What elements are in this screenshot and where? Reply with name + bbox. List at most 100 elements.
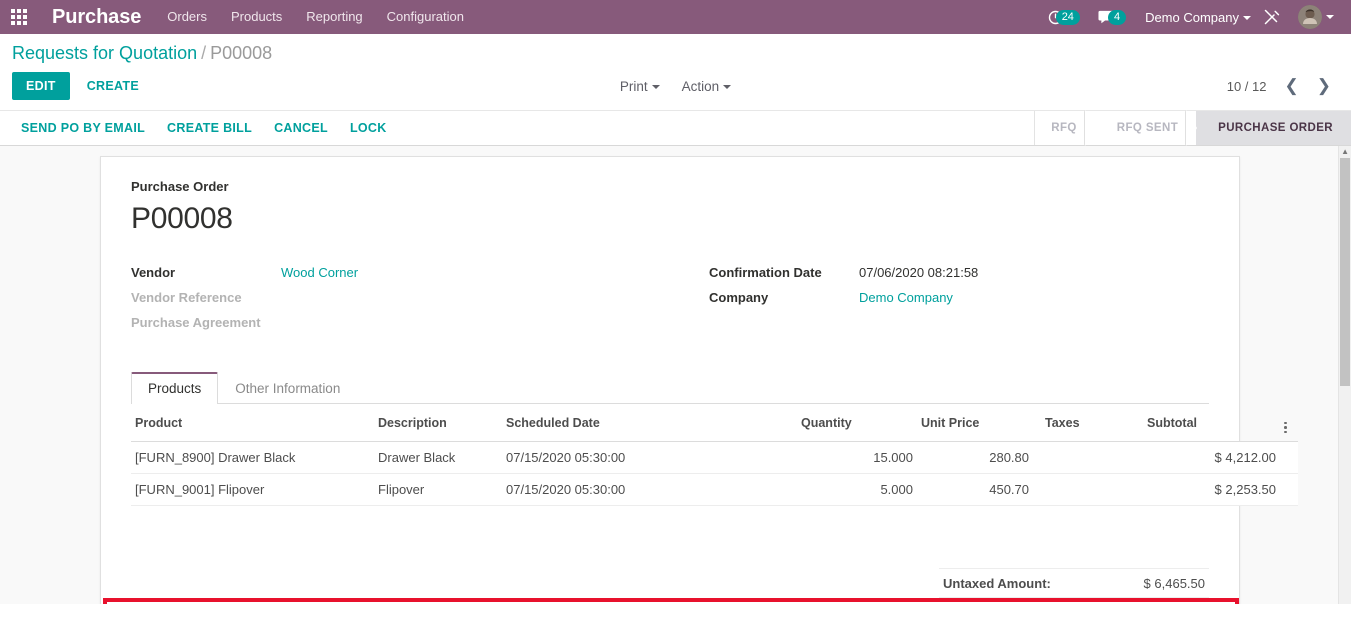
breadcrumb-current: P00008 [210, 43, 273, 63]
cell-product: [FURN_8900] Drawer Black [131, 441, 374, 474]
table-row[interactable]: [FURN_9001] Flipover Flipover 07/15/2020… [131, 473, 1298, 506]
activity-menu[interactable]: 24 [1039, 0, 1089, 34]
pager-next-button[interactable]: ❯ [1309, 77, 1339, 94]
create-button[interactable]: CREATE [74, 72, 152, 100]
form-title-label: Purchase Order [131, 179, 229, 194]
app-brand-title[interactable]: Purchase [38, 0, 155, 34]
print-label: Print [619, 78, 648, 94]
cancel-button[interactable]: CANCEL [263, 114, 339, 142]
field-vendor-label: Vendor [131, 265, 176, 280]
form-fields-left: Vendor Wood Corner Vendor Reference Purc… [131, 265, 670, 340]
cell-taxes [1033, 473, 1143, 506]
vertical-dots-icon [1284, 421, 1287, 433]
order-lines-head: Product Description Scheduled Date Quant… [131, 404, 1298, 442]
table-row[interactable]: [FURN_8900] Drawer Black Drawer Black 07… [131, 441, 1298, 474]
cell-description: Drawer Black [374, 441, 502, 474]
tab-other-information[interactable]: Other Information [218, 372, 357, 404]
lock-button[interactable]: LOCK [339, 114, 398, 142]
avatar [1298, 5, 1322, 29]
user-menu-chevron-icon [1326, 15, 1334, 19]
menu-item-reporting[interactable]: Reporting [294, 0, 374, 34]
control-panel-center-menus: Print Action [0, 75, 1351, 98]
form-sheet: Purchase Order P00008 Vendor Wood Corner… [100, 156, 1298, 604]
avatar-image [1298, 5, 1322, 29]
activity-count-badge: 24 [1055, 9, 1080, 25]
total-untaxed-amount-label: Untaxed Amount: [943, 576, 1051, 591]
stage-rfq-sent-label: RFQ SENT [1116, 122, 1179, 134]
tools-icon [1264, 9, 1280, 25]
header-subtotal: Subtotal [1143, 404, 1280, 442]
pager-previous-button[interactable]: ❮ [1277, 77, 1307, 94]
total-untaxed-amount-value: $ 6,465.50 [1143, 576, 1205, 591]
header-description: Description [374, 404, 502, 442]
cell-options [1280, 473, 1298, 506]
menu-item-orders[interactable]: Orders [155, 0, 219, 34]
cell-description: Flipover [374, 473, 502, 506]
order-totals: Untaxed Amount: $ 6,465.50 Taxes: $ 0.00 [939, 568, 1209, 604]
cell-subtotal: $ 2,253.50 [1143, 473, 1280, 506]
breadcrumb-root-link[interactable]: Requests for Quotation [12, 43, 197, 63]
cell-scheduled-date: 07/15/2020 05:30:00 [502, 473, 797, 506]
cell-options [1280, 441, 1298, 474]
send-po-by-email-button[interactable]: SEND PO BY EMAIL [10, 114, 156, 142]
cell-subtotal: $ 4,212.00 [1143, 441, 1280, 474]
cell-taxes [1033, 441, 1143, 474]
edit-button[interactable]: EDIT [12, 72, 70, 100]
header-taxes: Taxes [1033, 404, 1143, 442]
breadcrumb-separator: / [201, 43, 207, 63]
menu-item-configuration[interactable]: Configuration [375, 0, 476, 34]
form-fields-right: Confirmation Date 07/06/2020 08:21:58 Co… [670, 265, 1209, 340]
field-confirmation-date: Confirmation Date 07/06/2020 08:21:58 [709, 265, 1209, 289]
apps-grid-dots [11, 9, 27, 25]
table-header-row: Product Description Scheduled Date Quant… [131, 404, 1298, 442]
order-totals-wrapper: Untaxed Amount: $ 6,465.50 Taxes: $ 0.00 [131, 568, 1209, 604]
action-label: Action [681, 78, 720, 94]
field-vendor-reference-label: Vendor Reference [131, 290, 242, 305]
main-menu: Orders Products Reporting Configuration [155, 0, 476, 34]
cell-unit-price: 280.80 [917, 441, 1033, 474]
field-vendor-reference: Vendor Reference [131, 290, 670, 314]
pager-value: 10 / 12 [1226, 78, 1267, 94]
debug-tools-menu[interactable] [1255, 0, 1289, 34]
control-panel: Requests for Quotation / P00008 EDIT CREAT… [0, 34, 1351, 111]
scrollbar-thumb[interactable] [1340, 158, 1350, 386]
scroll-up-arrow-icon[interactable]: ▲ [1341, 148, 1349, 156]
company-switcher-label: Demo Company [1145, 9, 1239, 25]
tab-products[interactable]: Products [131, 372, 219, 404]
field-vendor-value[interactable]: Wood Corner [281, 265, 358, 280]
form-fields: Vendor Wood Corner Vendor Reference Purc… [131, 265, 1209, 340]
action-dropdown[interactable]: Action [680, 75, 734, 98]
field-purchase-agreement-label: Purchase Agreement [131, 315, 261, 330]
field-confirmation-date-label: Confirmation Date [709, 265, 822, 280]
stage-purchase-order[interactable]: PURCHASE ORDER [1196, 111, 1351, 145]
stage-rfq[interactable]: RFQ [1035, 110, 1096, 146]
cell-quantity: 15.000 [797, 441, 917, 474]
messaging-menu[interactable]: 4 [1089, 0, 1135, 34]
menu-item-products[interactable]: Products [219, 0, 294, 34]
cell-unit-price: 450.70 [917, 473, 1033, 506]
print-chevron-down-icon [651, 84, 660, 89]
optional-columns-toggle[interactable] [1280, 404, 1298, 442]
print-dropdown[interactable]: Print [618, 75, 662, 98]
top-navbar: Purchase Orders Products Reporting Confi… [0, 0, 1351, 34]
field-purchase-agreement: Purchase Agreement [131, 315, 670, 339]
field-company-value[interactable]: Demo Company [859, 290, 953, 305]
cell-quantity: 5.000 [797, 473, 917, 506]
field-confirmation-date-value: 07/06/2020 08:21:58 [859, 265, 979, 280]
vertical-scrollbar[interactable]: ▲ [1338, 146, 1351, 604]
stage-rfq-label: RFQ [1051, 122, 1077, 134]
field-company: Company Demo Company [709, 290, 1209, 314]
company-switcher[interactable]: Demo Company [1135, 10, 1255, 25]
stage-rfq-sent[interactable]: RFQ SENT [1094, 110, 1198, 146]
page-title: P00008 [131, 202, 233, 235]
header-quantity: Quantity [797, 404, 917, 442]
header-unit-price: Unit Price [917, 404, 1033, 442]
create-bill-button[interactable]: CREATE BILL [156, 114, 263, 142]
field-company-label: Company [709, 290, 769, 305]
user-menu[interactable] [1289, 0, 1343, 34]
statusbar-buttons: SEND PO BY EMAIL CREATE BILL CANCEL LOCK [0, 111, 398, 145]
apps-grid-icon[interactable] [0, 0, 38, 34]
total-untaxed-amount: Untaxed Amount: $ 6,465.50 [939, 568, 1209, 597]
field-vendor: Vendor Wood Corner [131, 265, 670, 289]
order-lines-body: [FURN_8900] Drawer Black Drawer Black 07… [131, 441, 1298, 506]
